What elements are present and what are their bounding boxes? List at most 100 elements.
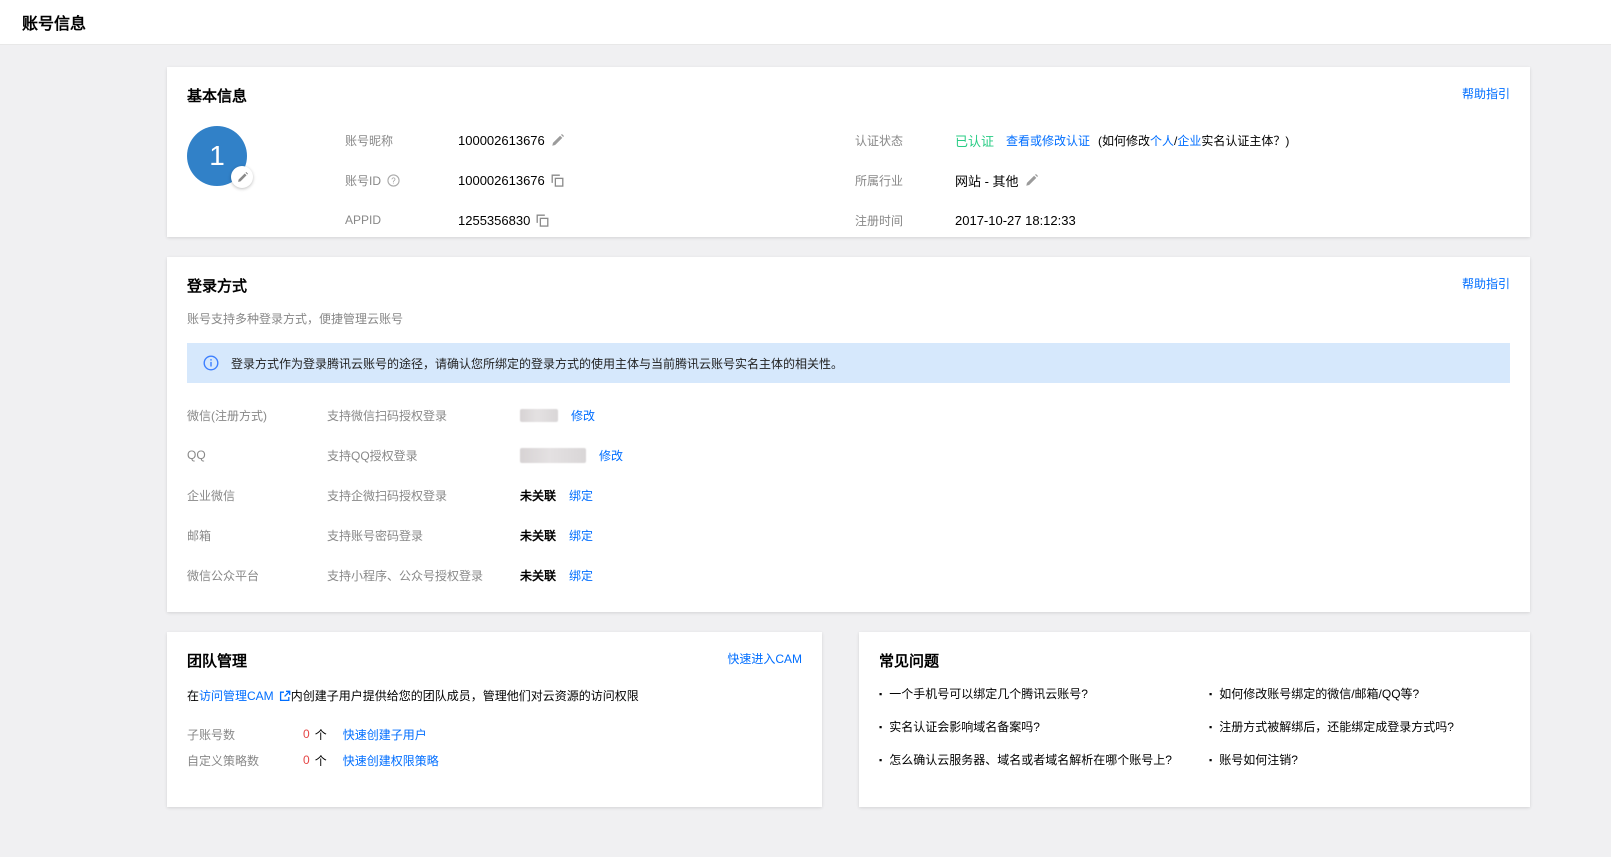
external-link-icon <box>279 690 291 702</box>
login-methods-list: 微信(注册方式) 支持微信扫码授权登录 修改 QQ 支持QQ授权登录 修 <box>187 395 1510 595</box>
industry-label: 所属行业 <box>855 172 903 189</box>
faq-item[interactable]: 如何修改账号绑定的微信/邮箱/QQ等? <box>1209 685 1510 702</box>
cam-console-link[interactable]: 访问管理CAM <box>199 687 291 704</box>
avatar-area: 1 <box>187 120 345 240</box>
team-stats: 子账号数 0 个 快速创建子用户 自定义策略数 0 个 快速创建权限策略 <box>187 721 802 773</box>
enter-cam-link[interactable]: 快速进入CAM <box>727 650 802 667</box>
team-management-card: 团队管理 快速进入CAM 在访问管理CAM内创建子用户提供给您的团队成员，管理他… <box>167 632 822 807</box>
login-method-action-link[interactable]: 绑定 <box>569 567 593 584</box>
copy-appid-icon[interactable] <box>536 214 549 227</box>
team-stat-row: 子账号数 0 个 快速创建子用户 <box>187 721 802 747</box>
nickname-label: 账号昵称 <box>345 132 393 149</box>
login-methods-card: 登录方式 帮助指引 账号支持多种登录方式，便捷管理云账号 登录方式作为登录腾讯云… <box>167 257 1530 612</box>
bottom-row: 团队管理 快速进入CAM 在访问管理CAM内创建子用户提供给您的团队成员，管理他… <box>167 632 1530 827</box>
register-time-value: 2017-10-27 18:12:33 <box>955 213 1076 228</box>
login-method-desc: 支持账号密码登录 <box>327 527 520 544</box>
avatar-edit-icon[interactable] <box>231 166 253 188</box>
appid-value: 1255356830 <box>458 213 530 228</box>
appid-label: APPID <box>345 213 381 227</box>
view-modify-auth-link[interactable]: 查看或修改认证 <box>1006 132 1090 149</box>
banner-text: 登录方式作为登录腾讯云账号的途径，请确认您所绑定的登录方式的使用主体与当前腾讯云… <box>231 355 843 372</box>
basic-info-right-column: 认证状态 已认证 查看或修改认证 (如何修改个人/企业实名认证主体？) 所属行业… <box>855 120 1510 240</box>
faq-item[interactable]: 一个手机号可以绑定几个腾讯云账号? <box>879 685 1209 702</box>
team-management-title: 团队管理 <box>187 650 247 671</box>
login-method-name: 企业微信 <box>187 487 327 504</box>
avatar[interactable]: 1 <box>187 126 247 186</box>
industry-value: 网站 - 其他 <box>955 171 1019 190</box>
info-icon <box>203 355 219 371</box>
account-id-value: 100002613676 <box>458 173 545 188</box>
basic-info-left-column: 账号昵称 100002613676 账号ID ? 100002613676 <box>345 120 855 240</box>
avatar-initial: 1 <box>209 140 225 172</box>
basic-info-title: 基本信息 <box>187 85 247 106</box>
team-desc-suffix: 内创建子用户提供给您的团队成员，管理他们对云资源的访问权限 <box>291 689 639 703</box>
login-method-row: 邮箱 支持账号密码登录 未关联 绑定 <box>187 515 1510 555</box>
faq-columns: 一个手机号可以绑定几个腾讯云账号? 实名认证会影响域名备案吗? 怎么确认云服务器、域… <box>879 685 1510 784</box>
login-method-desc: 支持微信扫码授权登录 <box>327 407 520 424</box>
auth-status-badge: 已认证 <box>955 131 994 150</box>
page-header: 账号信息 <box>0 0 1611 45</box>
login-method-action-link[interactable]: 修改 <box>571 407 595 424</box>
edit-nickname-icon[interactable] <box>551 134 564 147</box>
stat-count: 0 <box>303 753 310 767</box>
masked-account-value <box>520 409 558 422</box>
nickname-row: 账号昵称 100002613676 <box>345 120 855 160</box>
masked-account-value <box>520 448 586 463</box>
faq-item[interactable]: 注册方式被解绑后，还能绑定成登录方式吗? <box>1209 718 1510 735</box>
login-methods-title: 登录方式 <box>187 275 247 296</box>
login-method-action-link[interactable]: 修改 <box>599 447 623 464</box>
faq-card: 常见问题 一个手机号可以绑定几个腾讯云账号? 实名认证会影响域名备案吗? 怎么确认云… <box>859 632 1530 807</box>
industry-row: 所属行业 网站 - 其他 <box>855 160 1510 200</box>
page-title: 账号信息 <box>22 10 86 34</box>
help-icon[interactable]: ? <box>387 174 400 187</box>
team-desc-prefix: 在 <box>187 689 199 703</box>
login-method-desc: 支持QQ授权登录 <box>327 447 520 464</box>
auth-note: (如何修改个人/企业实名认证主体？) <box>1098 132 1289 149</box>
faq-column-left: 一个手机号可以绑定几个腾讯云账号? 实名认证会影响域名备案吗? 怎么确认云服务器、域… <box>879 685 1209 784</box>
enterprise-auth-link[interactable]: 企业 <box>1177 134 1201 148</box>
login-method-desc: 支持小程序、公众号授权登录 <box>327 567 520 584</box>
login-method-row: 企业微信 支持企微扫码授权登录 未关联 绑定 <box>187 475 1510 515</box>
appid-row: APPID 1255356830 <box>345 200 855 240</box>
basic-info-help-link[interactable]: 帮助指引 <box>1462 85 1510 102</box>
stat-action-link[interactable]: 快速创建子用户 <box>343 726 427 743</box>
faq-column-right: 如何修改账号绑定的微信/邮箱/QQ等? 注册方式被解绑后，还能绑定成登录方式吗? 账… <box>1209 685 1510 784</box>
login-method-action-link[interactable]: 绑定 <box>569 487 593 504</box>
login-help-link[interactable]: 帮助指引 <box>1462 275 1510 292</box>
login-method-row: 微信(注册方式) 支持微信扫码授权登录 修改 <box>187 395 1510 435</box>
faq-item[interactable]: 怎么确认云服务器、域名或者域名解析在哪个账号上? <box>879 751 1209 768</box>
stat-label: 自定义策略数 <box>187 752 303 769</box>
login-method-name: QQ <box>187 448 327 462</box>
login-method-action-link[interactable]: 绑定 <box>569 527 593 544</box>
stat-label: 子账号数 <box>187 726 303 743</box>
main-content: 基本信息 帮助指引 1 账号昵称 100002613676 <box>167 67 1530 827</box>
account-id-label: 账号ID <box>345 172 381 189</box>
personal-auth-link[interactable]: 个人 <box>1150 134 1174 148</box>
login-method-name: 邮箱 <box>187 527 327 544</box>
login-method-desc: 支持企微扫码授权登录 <box>327 487 520 504</box>
auth-note-suffix: 实名认证主体？) <box>1201 134 1289 148</box>
nickname-value: 100002613676 <box>458 133 545 148</box>
stat-unit: 个 <box>315 752 327 769</box>
login-method-status: 未关联 <box>520 527 556 544</box>
login-method-status: 未关联 <box>520 567 556 584</box>
stat-count: 0 <box>303 727 310 741</box>
login-method-row: QQ 支持QQ授权登录 修改 <box>187 435 1510 475</box>
team-stat-row: 自定义策略数 0 个 快速创建权限策略 <box>187 747 802 773</box>
team-description: 在访问管理CAM内创建子用户提供给您的团队成员，管理他们对云资源的访问权限 <box>187 687 802 704</box>
svg-text:?: ? <box>391 176 396 185</box>
login-method-status: 未关联 <box>520 487 556 504</box>
stat-unit: 个 <box>315 726 327 743</box>
faq-item[interactable]: 实名认证会影响域名备案吗? <box>879 718 1209 735</box>
login-methods-subtitle: 账号支持多种登录方式，便捷管理云账号 <box>187 310 1510 327</box>
faq-title: 常见问题 <box>879 650 939 671</box>
copy-account-id-icon[interactable] <box>551 174 564 187</box>
account-id-row: 账号ID ? 100002613676 <box>345 160 855 200</box>
login-method-name: 微信(注册方式) <box>187 407 327 424</box>
login-method-name: 微信公众平台 <box>187 567 327 584</box>
stat-action-link[interactable]: 快速创建权限策略 <box>343 752 439 769</box>
edit-industry-icon[interactable] <box>1025 174 1038 187</box>
login-method-row: 微信公众平台 支持小程序、公众号授权登录 未关联 绑定 <box>187 555 1510 595</box>
auth-status-label: 认证状态 <box>855 132 903 149</box>
faq-item[interactable]: 账号如何注销? <box>1209 751 1510 768</box>
